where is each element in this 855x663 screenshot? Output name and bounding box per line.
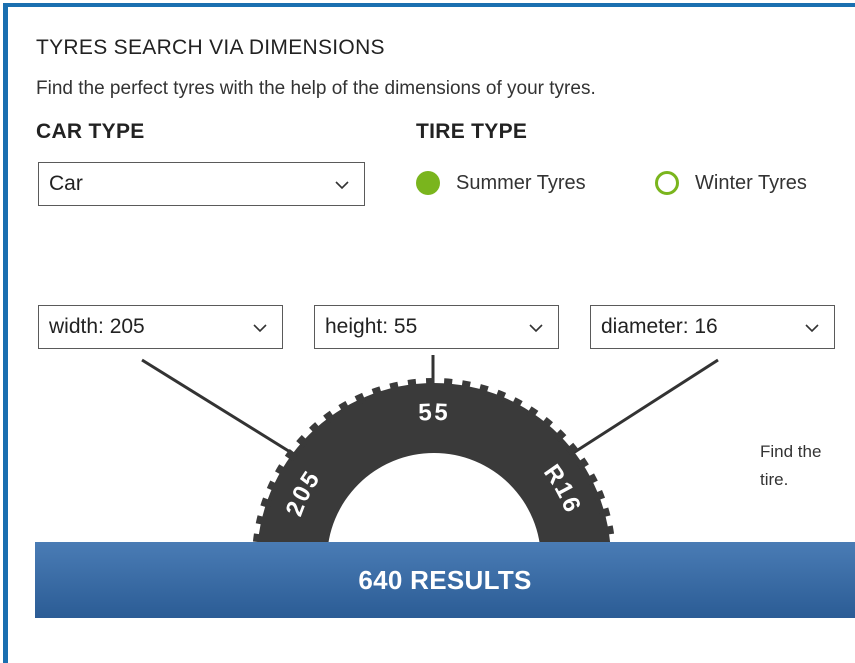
- side-description: Find the tire.: [760, 438, 855, 494]
- diameter-connector-line: [569, 358, 719, 457]
- side-description-line1: Find the: [760, 442, 822, 461]
- side-description-line2: tire.: [760, 470, 789, 489]
- results-label: 640 RESULTS: [358, 564, 532, 595]
- results-button[interactable]: 640 RESULTS: [35, 542, 855, 618]
- width-connector-line: [141, 358, 296, 457]
